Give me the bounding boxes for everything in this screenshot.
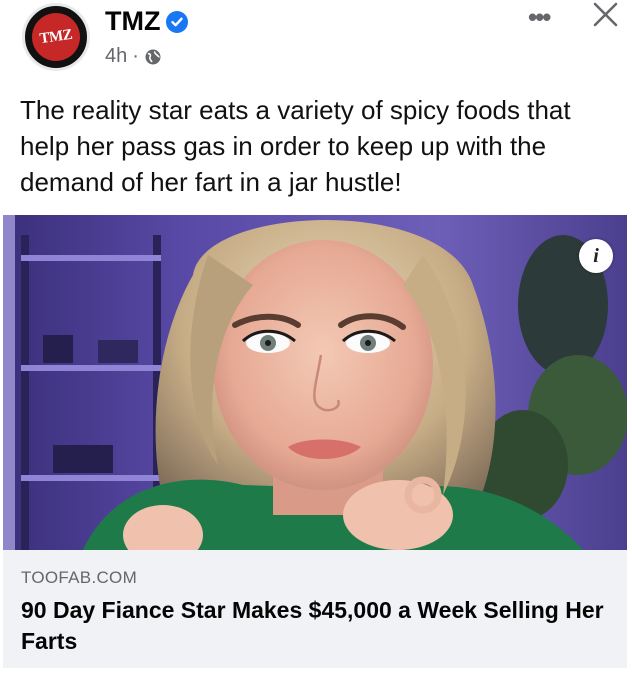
post-header: TMZ TMZ 4h · ••• (0, 0, 632, 80)
avatar[interactable]: TMZ (22, 3, 90, 71)
link-source: TOOFAB.COM (21, 568, 138, 587)
link-headline[interactable]: 90 Day Fiance Star Makes $45,000 a Week … (21, 595, 611, 657)
close-icon[interactable] (590, 0, 620, 30)
post-image[interactable]: i (3, 215, 627, 550)
post-meta: 4h · (105, 45, 162, 68)
verified-badge-icon (166, 10, 189, 33)
link-preview-card[interactable]: TOOFAB.COM 90 Day Fiance Star Makes $45,… (3, 550, 627, 668)
avatar-logo: TMZ (28, 9, 84, 65)
info-icon[interactable]: i (579, 239, 613, 273)
more-options-icon[interactable]: ••• (528, 2, 551, 33)
page-name-row: TMZ (105, 6, 189, 37)
post-photo (3, 215, 627, 550)
globe-icon (144, 48, 162, 66)
page-name[interactable]: TMZ (105, 6, 160, 37)
post-caption: The reality star eats a variety of spicy… (20, 95, 571, 197)
meta-separator: · (132, 45, 139, 67)
post-timestamp[interactable]: 4h (105, 45, 127, 68)
